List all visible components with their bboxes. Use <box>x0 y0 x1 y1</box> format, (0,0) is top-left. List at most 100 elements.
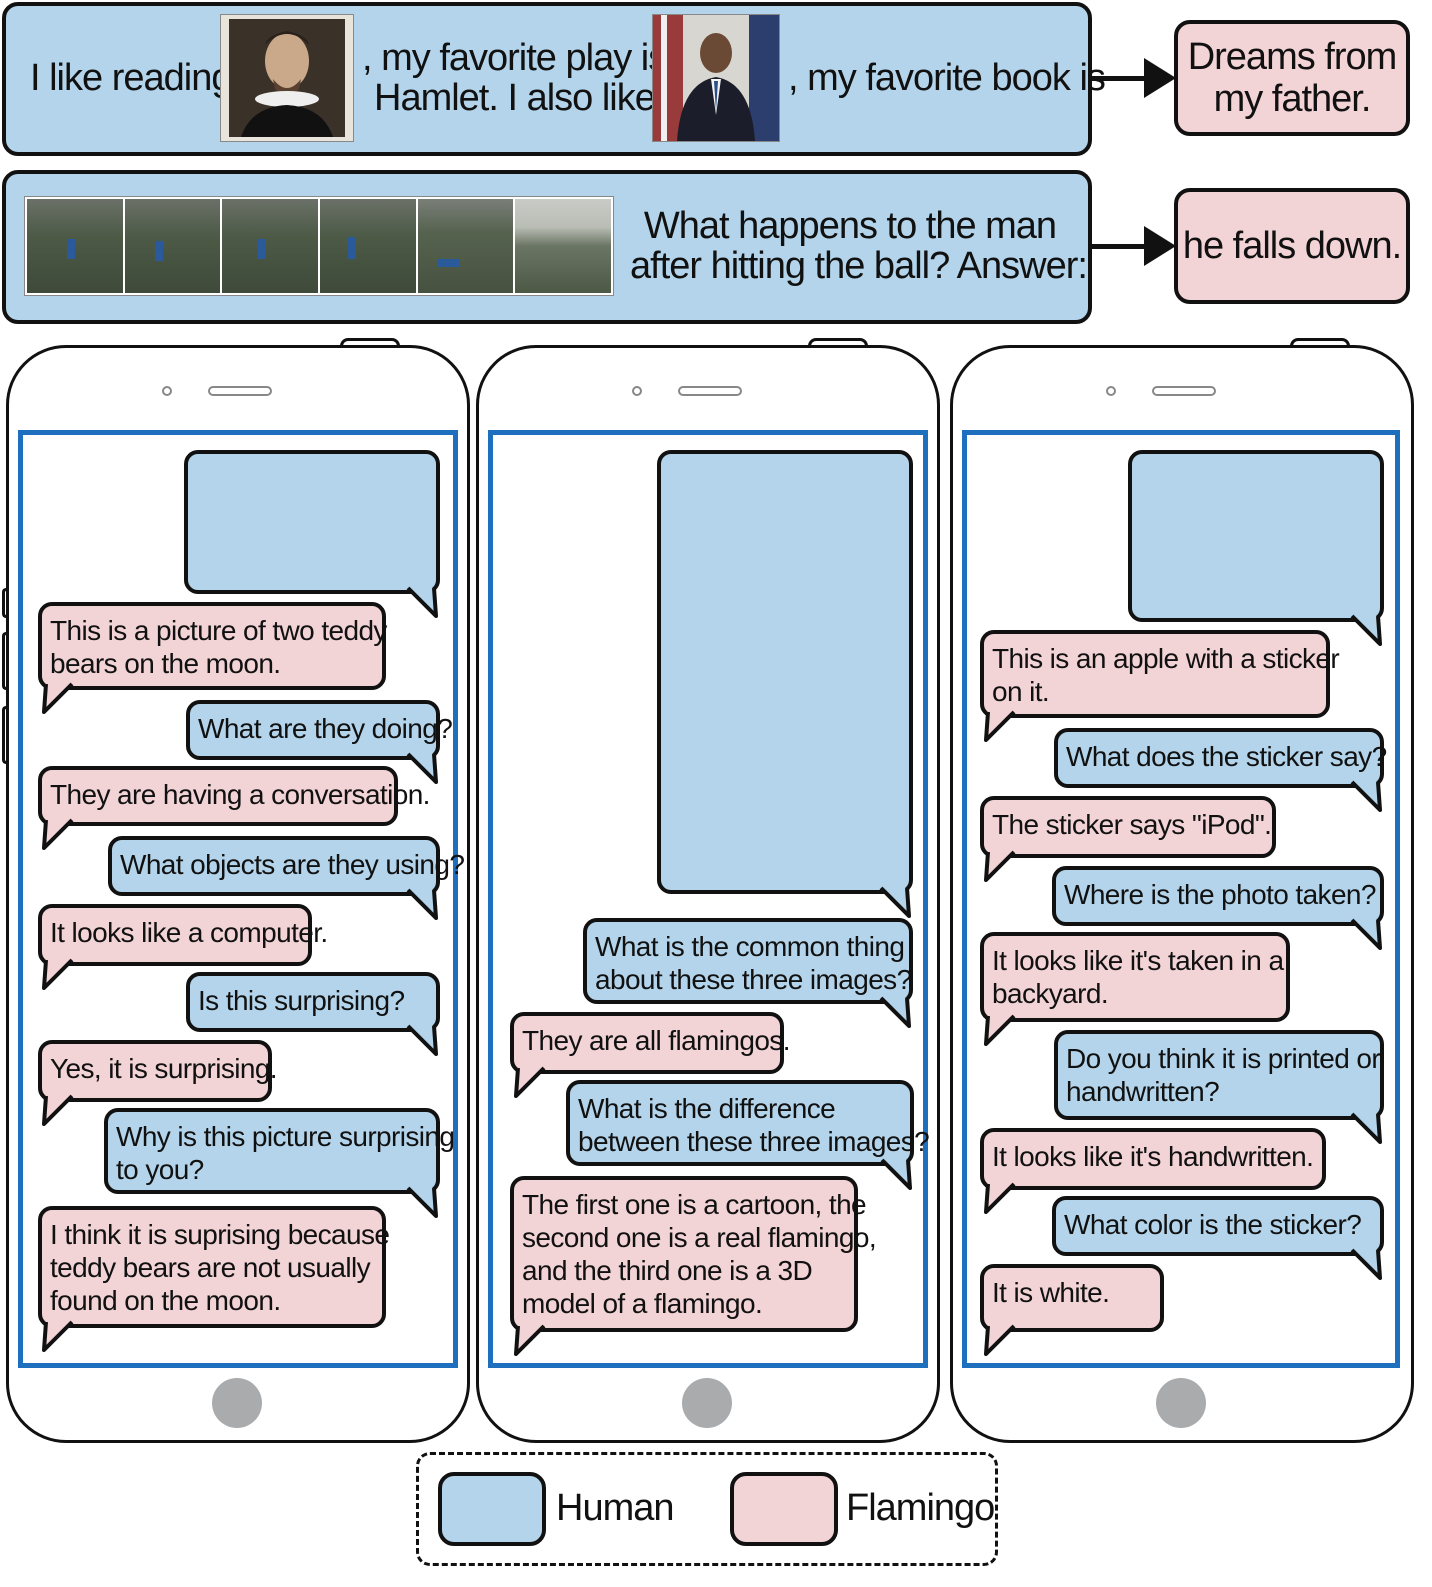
message-text-line: They are all flamingos. <box>522 1025 790 1056</box>
human-message-bubble: What are they doing? <box>186 700 453 760</box>
human-message-bubble: What does the sticker say? <box>1054 728 1387 788</box>
message-text-line: What objects are they using? <box>120 849 465 880</box>
video-frame <box>417 199 514 293</box>
message-text-line: What is the difference <box>578 1093 836 1124</box>
message-text-line: to you? <box>116 1154 204 1185</box>
phone-camera <box>632 386 642 396</box>
prompt-text-favorite-play: , my favorite play is Hamlet. I also lik… <box>362 37 667 119</box>
output-box-video: he falls down. <box>1174 188 1410 304</box>
prompt-text-reading: I like reading <box>30 57 232 99</box>
message-text-line: handwritten? <box>1066 1076 1220 1107</box>
bubble-tail <box>42 1094 74 1126</box>
legend-human-label: Human <box>556 1487 674 1529</box>
bubble-tail <box>984 1324 1016 1356</box>
bubble-tail <box>1350 780 1382 812</box>
video-frames-strip <box>24 196 614 296</box>
bubble-tail <box>880 1158 912 1190</box>
message-text-line: The sticker says "iPod". <box>992 809 1272 840</box>
human-message-bubble: What color is the sticker? <box>1052 1196 1384 1256</box>
flamingo-message-bubble: The first one is a cartoon, the second on… <box>510 1176 877 1332</box>
obama-portrait-image <box>652 14 780 142</box>
message-text-line: Where is the photo taken? <box>1064 879 1376 910</box>
legend-flamingo-swatch <box>730 1472 838 1546</box>
message-text-line: What is the common thing <box>595 931 905 962</box>
message-text-line: on it. <box>992 676 1050 707</box>
arrow-head-row2 <box>1144 226 1176 266</box>
image-message-bubble <box>1128 450 1384 622</box>
bubble-tail <box>406 888 438 920</box>
prompt-text-video-question: What happens to the man after hitting th… <box>630 205 1088 287</box>
phone-speaker <box>678 386 742 396</box>
phone-camera <box>162 386 172 396</box>
message-text-line: It is white. <box>992 1277 1110 1308</box>
message-text-line: It looks like it's taken in a <box>992 945 1284 976</box>
flamingo-message-bubble: It looks like a computer. <box>38 904 328 966</box>
human-message-bubble: What is the difference between these thre… <box>566 1080 930 1166</box>
bubble-tail <box>406 1024 438 1056</box>
flamingo-message-bubble: They are having a conversation. <box>38 766 430 826</box>
bubble-tail <box>406 752 438 784</box>
message-text-line: What does the sticker say? <box>1066 741 1387 772</box>
message-text-line: teddy bears are not usually <box>50 1252 371 1283</box>
video-frame <box>124 199 221 293</box>
phone-home-button[interactable] <box>1156 1378 1206 1428</box>
phone-speaker <box>208 386 272 396</box>
image-message-bubble <box>657 450 913 894</box>
flamingo-message-bubble: It looks like it's handwritten. <box>980 1128 1326 1190</box>
video-frame <box>320 199 416 293</box>
bubble-tail <box>42 682 74 714</box>
message-text-line: The first one is a cartoon, the <box>522 1189 867 1220</box>
output-box-book: Dreams from my father. <box>1174 20 1410 136</box>
bubble-tail <box>42 818 74 850</box>
arrow-head-row1 <box>1144 58 1176 98</box>
message-text-line: They are having a conversation. <box>50 779 430 810</box>
message-text-line: Is this surprising? <box>198 985 405 1016</box>
flamingo-message-bubble: This is an apple with a sticker on it. <box>980 630 1340 718</box>
message-text-line: I think it is suprising because <box>50 1219 390 1250</box>
flamingo-message-bubble: It is white. <box>980 1264 1164 1332</box>
human-message-bubble: Is this surprising? <box>186 972 440 1032</box>
bubble-tail <box>984 1182 1016 1214</box>
bubble-tail <box>984 850 1016 882</box>
legend-human-swatch <box>438 1472 546 1546</box>
bubble-tail <box>1350 1248 1382 1280</box>
message-text-line: This is an apple with a sticker <box>992 643 1340 674</box>
message-text-line: bears on the moon. <box>50 648 281 679</box>
bubble-tail <box>406 1186 438 1218</box>
video-frame <box>27 199 123 293</box>
flamingo-message-bubble: Yes, it is surprising. <box>38 1040 278 1102</box>
video-frame <box>515 199 612 293</box>
flamingo-message-bubble: They are all flamingos. <box>510 1012 790 1074</box>
human-message-bubble: Where is the photo taken? <box>1052 866 1384 926</box>
human-message-bubble: What is the common thing about these thre… <box>583 918 913 1004</box>
phone-home-button[interactable] <box>682 1378 732 1428</box>
bubble-tail <box>879 886 911 918</box>
arrow-row1 <box>1092 76 1148 81</box>
flamingo-message-bubble: This is a picture of two teddy bears on t… <box>38 602 387 690</box>
message-text-line: What color is the sticker? <box>1064 1209 1362 1240</box>
bubble-tail <box>1350 1112 1382 1144</box>
message-text-line: It looks like it's handwritten. <box>992 1141 1314 1172</box>
message-text-line: and the third one is a 3D <box>522 1255 813 1286</box>
human-message-bubble: Why is this picture surprising to you? <box>104 1108 455 1194</box>
bubble-tail <box>406 586 438 618</box>
arrow-row2 <box>1092 244 1148 249</box>
bubble-tail <box>42 1320 74 1352</box>
flamingo-message-bubble: The sticker says "iPod". <box>980 796 1276 858</box>
bubble-tail <box>879 996 911 1028</box>
bubble-tail <box>42 958 74 990</box>
message-text-line: about these three images? <box>595 964 912 995</box>
message-text-line: between these three images? <box>578 1126 930 1157</box>
bubble-tail <box>1350 614 1382 646</box>
message-text-line: What are they doing? <box>198 713 453 744</box>
prompt-text-favorite-book: , my favorite book is <box>788 57 1106 99</box>
bubble-tail <box>984 710 1016 742</box>
phone-speaker <box>1152 386 1216 396</box>
legend-flamingo-label: Flamingo <box>846 1487 995 1529</box>
message-text-line: Why is this picture surprising <box>116 1121 455 1152</box>
message-text-line: found on the moon. <box>50 1285 281 1316</box>
shakespeare-portrait-image <box>220 14 354 142</box>
human-message-bubble: What objects are they using? <box>108 836 465 896</box>
phone-home-button[interactable] <box>212 1378 262 1428</box>
bubble-tail <box>514 1066 546 1098</box>
